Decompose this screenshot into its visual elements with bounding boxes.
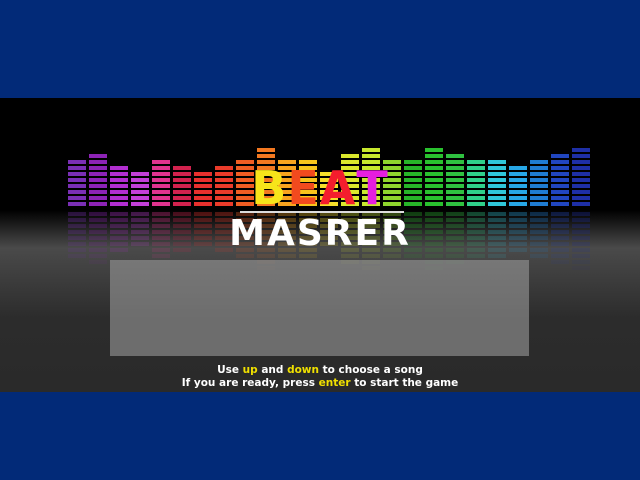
- instruction-text: If you are ready, press: [181, 377, 319, 389]
- instruction-text: and: [257, 364, 288, 376]
- title-letter: E: [287, 161, 320, 215]
- title-letter: B: [251, 161, 288, 215]
- instruction-line-2: If you are ready, press enter to start t…: [0, 377, 640, 390]
- key-enter-label: enter: [318, 377, 351, 389]
- key-down-label: down: [287, 364, 319, 376]
- title-letter: A: [319, 161, 357, 215]
- instruction-text: to choose a song: [318, 364, 423, 376]
- title-beat: BEAT: [0, 165, 640, 211]
- instructions: Use up and down to choose a song If you …: [0, 364, 640, 390]
- key-up-label: up: [242, 364, 258, 376]
- instruction-text: Use: [217, 364, 243, 376]
- title-subtitle: MASRER: [229, 213, 411, 254]
- instruction-text: to start the game: [350, 377, 459, 389]
- instruction-line-1: Use up and down to choose a song: [0, 364, 640, 377]
- song-list-panel[interactable]: [110, 260, 529, 356]
- game-stage: BEAT MASRER Use up and down to choose a …: [0, 98, 640, 392]
- title-letter: T: [356, 161, 389, 215]
